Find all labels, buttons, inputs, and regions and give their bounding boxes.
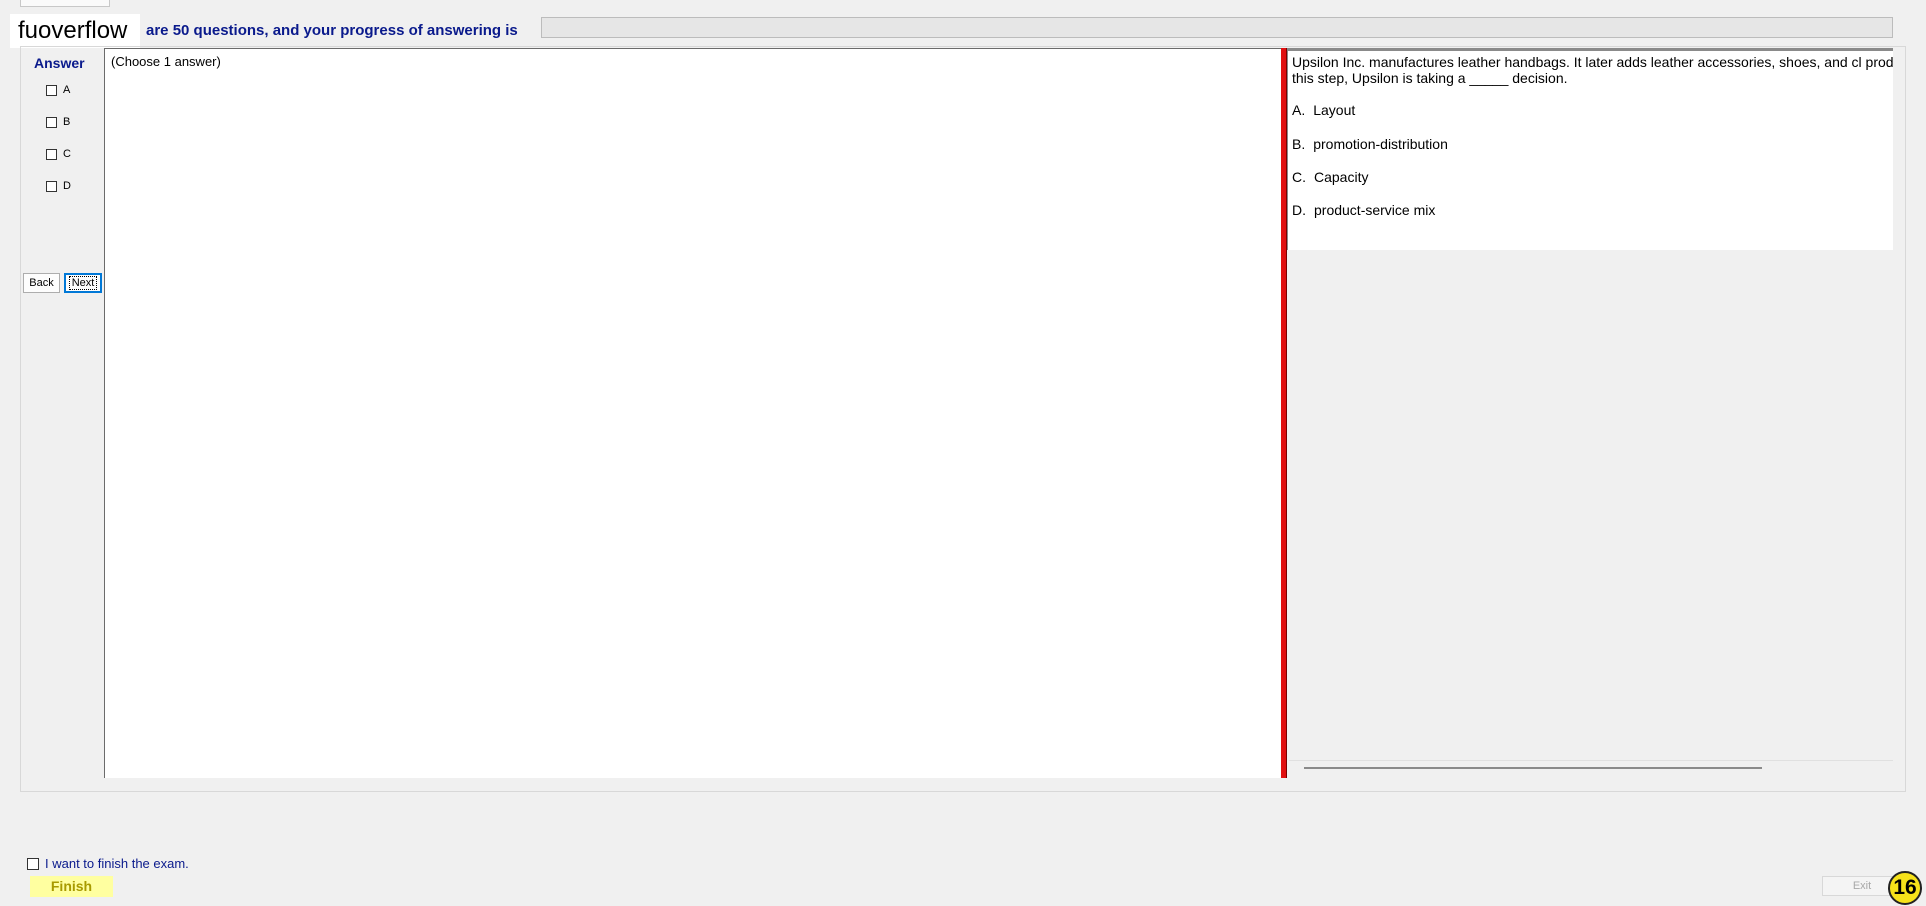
option-b-checkbox[interactable] — [46, 116, 57, 128]
option-a-label: A — [63, 84, 71, 96]
choice-d: D. product-service mix — [1292, 202, 1435, 218]
choice-c-text: Capacity — [1314, 169, 1369, 185]
option-c-label: C — [63, 148, 71, 160]
option-d[interactable]: D — [46, 178, 71, 194]
choice-b-letter: B. — [1292, 136, 1306, 152]
option-b-label: B — [63, 116, 71, 128]
progress-label: are 50 questions, and your progress of a… — [146, 22, 518, 39]
option-d-label: D — [63, 180, 71, 192]
brand-watermark: fuoverflow — [10, 14, 140, 48]
answer-area[interactable]: (Choose 1 answer) — [104, 48, 1281, 778]
option-a-checkbox[interactable] — [46, 84, 57, 96]
finish-exam-check[interactable]: I want to finish the exam. — [27, 856, 189, 871]
finish-exam-checkbox[interactable] — [27, 857, 39, 870]
choice-b-text: promotion-distribution — [1313, 136, 1448, 152]
back-button[interactable]: Back — [23, 273, 60, 293]
question-panel: Upsilon Inc. manufactures leather handba… — [1287, 48, 1893, 250]
choice-b: B. promotion-distribution — [1292, 136, 1448, 152]
choice-a: A. Layout — [1292, 102, 1355, 118]
question-text: Upsilon Inc. manufactures leather handba… — [1292, 54, 1893, 86]
corner-badge: 16 — [1888, 871, 1922, 905]
back-button-label: Back — [29, 277, 54, 289]
choice-a-letter: A. — [1292, 102, 1306, 118]
choice-c-letter: C. — [1292, 169, 1306, 185]
option-c-checkbox[interactable] — [46, 148, 57, 160]
progress-bar — [541, 17, 1893, 38]
option-a[interactable]: A — [46, 82, 70, 98]
answer-title: Answer — [34, 55, 85, 71]
finish-exam-label: I want to finish the exam. — [45, 856, 189, 871]
choice-c: C. Capacity — [1292, 169, 1368, 185]
choose-instruction: (Choose 1 answer) — [111, 54, 221, 69]
exam-window: fuoverflow are 50 questions, and your pr… — [0, 0, 1926, 906]
choice-a-text: Layout — [1313, 102, 1356, 118]
option-c[interactable]: C — [46, 146, 71, 162]
question-panel-bottom-edge — [1289, 760, 1893, 761]
choice-d-text: product-service mix — [1314, 202, 1436, 218]
choice-d-letter: D. — [1292, 202, 1306, 218]
window-tab[interactable] — [20, 0, 110, 7]
option-b[interactable]: B — [46, 114, 70, 130]
finish-button[interactable]: Finish — [30, 876, 113, 897]
next-button[interactable]: Next — [64, 273, 102, 293]
option-d-checkbox[interactable] — [46, 180, 57, 192]
horizontal-scrollbar[interactable] — [1304, 767, 1762, 769]
next-button-label: Next — [68, 276, 98, 290]
